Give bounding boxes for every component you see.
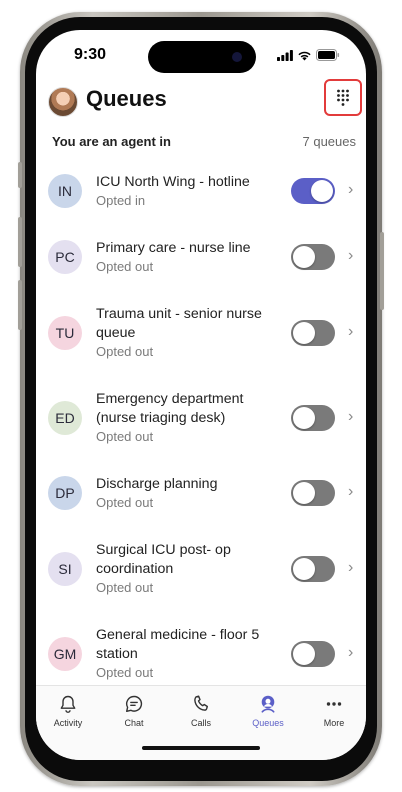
- status-icons: [277, 49, 340, 61]
- opt-in-toggle[interactable]: [291, 404, 335, 431]
- user-avatar[interactable]: [48, 87, 78, 117]
- toggle-knob: [293, 482, 315, 504]
- queue-text: Discharge planning Opted out: [96, 475, 268, 511]
- bell-icon: [60, 695, 76, 713]
- tab-queues[interactable]: Queues: [243, 694, 293, 728]
- queue-avatar: DP: [48, 476, 82, 510]
- toggle-knob: [293, 642, 315, 665]
- more-icon: [326, 702, 342, 706]
- dialpad-icon: [337, 89, 349, 106]
- opt-in-toggle[interactable]: [291, 319, 335, 346]
- opt-in-toggle[interactable]: [291, 244, 335, 270]
- phone-icon: [194, 695, 208, 711]
- chevron-right-icon[interactable]: ›: [348, 247, 353, 265]
- queue-name: General medicine - floor 5: [96, 627, 260, 643]
- chevron-right-icon[interactable]: ›: [348, 644, 353, 662]
- queue-avatar: GM: [48, 636, 82, 671]
- queue-status: Opted in: [96, 193, 146, 208]
- chevron-right-icon[interactable]: ›: [348, 483, 353, 501]
- queue-text: General medicine - floor 5 station Opted o…: [96, 626, 268, 681]
- queue-status: Opted out: [96, 495, 154, 510]
- chat-icon: [126, 695, 143, 712]
- queue-name: Trauma unit - senior nurse: [96, 306, 262, 322]
- toggle-knob: [293, 557, 315, 580]
- tab-label: Activity: [53, 718, 83, 728]
- tab-label: More: [323, 718, 345, 728]
- queue-name: station: [96, 646, 138, 662]
- queue-avatar: TU: [48, 315, 82, 350]
- queues-subheader: You are an agent in 7 queues: [36, 134, 366, 154]
- status-time: 9:30: [74, 46, 107, 63]
- queue-status: Opted out: [96, 580, 154, 595]
- chevron-right-icon[interactable]: ›: [348, 323, 353, 341]
- queue-row[interactable]: GM General medicine - floor 5 station Opted…: [36, 611, 366, 696]
- toggle-knob: [293, 321, 315, 344]
- queue-name: Discharge planning: [96, 476, 218, 492]
- queue-list: IN ICU North Wing - hotline Opted in › PC Pri…: [36, 158, 366, 696]
- opt-in-toggle[interactable]: [291, 178, 335, 204]
- queue-name: Emergency department: [96, 391, 244, 407]
- chevron-right-icon[interactable]: ›: [348, 408, 353, 426]
- home-indicator: [142, 746, 260, 750]
- queue-text: Emergency department (nurse triaging desk…: [96, 390, 268, 445]
- queue-name: (nurse triaging desk): [96, 410, 226, 426]
- chevron-right-icon[interactable]: ›: [348, 181, 353, 199]
- queue-count: 7 queues: [302, 134, 357, 149]
- queue-text: ICU North Wing - hotline Opted in: [96, 173, 268, 209]
- dynamic-island: [148, 41, 256, 73]
- tab-activity[interactable]: Activity: [43, 694, 93, 728]
- tab-more[interactable]: More: [309, 694, 359, 728]
- headset-icon: [261, 695, 275, 713]
- queue-name: ICU North Wing - hotline: [96, 174, 250, 190]
- volume-up-button: [18, 217, 22, 267]
- queue-name: queue: [96, 325, 136, 341]
- queue-text: Primary care - nurse line Opted out: [96, 239, 268, 275]
- queue-avatar: PC: [48, 240, 82, 274]
- battery-icon: [316, 49, 340, 61]
- tab-calls[interactable]: Calls: [176, 694, 226, 728]
- action-button: [18, 162, 22, 188]
- bottom-tab-bar: Activity Chat Calls Queues More: [36, 685, 366, 760]
- queue-status: Opted out: [96, 344, 154, 359]
- cellular-signal-icon: [277, 49, 293, 61]
- page-title: Queues: [86, 86, 167, 111]
- queue-avatar: IN: [48, 174, 82, 208]
- queue-row[interactable]: IN ICU North Wing - hotline Opted in ›: [36, 158, 366, 224]
- volume-down-button: [18, 280, 22, 330]
- tab-label: Calls: [190, 718, 211, 728]
- power-button: [380, 232, 384, 310]
- queue-row[interactable]: TU Trauma unit - senior nurse queue Opted o…: [36, 290, 366, 375]
- queue-row[interactable]: PC Primary care - nurse line Opted out ›: [36, 224, 366, 290]
- queue-row[interactable]: DP Discharge planning Opted out ›: [36, 460, 366, 526]
- tab-label: Queues: [252, 718, 284, 728]
- queue-text: Surgical ICU post- op coordination Opted o…: [96, 541, 268, 596]
- queue-name: coordination: [96, 561, 174, 577]
- opt-in-toggle[interactable]: [291, 640, 335, 667]
- opt-in-toggle[interactable]: [291, 555, 335, 582]
- wifi-icon: [298, 51, 311, 60]
- camera-icon: [232, 52, 242, 62]
- app-header: Queues: [36, 79, 366, 122]
- queue-avatar: ED: [48, 400, 82, 435]
- queue-status: Opted out: [96, 259, 154, 274]
- queue-name: Surgical ICU post- op: [96, 542, 231, 558]
- queue-avatar: SI: [48, 551, 82, 586]
- toggle-knob: [311, 180, 333, 202]
- agent-label: You are an agent in: [52, 134, 171, 149]
- queue-name: Primary care - nurse line: [96, 240, 251, 256]
- queue-status: Opted out: [96, 665, 154, 680]
- dialpad-button[interactable]: [324, 79, 362, 116]
- queue-status: Opted out: [96, 429, 154, 444]
- chevron-right-icon[interactable]: ›: [348, 559, 353, 577]
- queue-row[interactable]: SI Surgical ICU post- op coordination Opted…: [36, 526, 366, 611]
- tab-chat[interactable]: Chat: [109, 694, 159, 728]
- app-screen: 9:30 Queues You are an agent in 7 queues…: [36, 30, 366, 760]
- toggle-knob: [293, 406, 315, 429]
- toggle-knob: [293, 246, 315, 268]
- tab-label: Chat: [124, 718, 144, 728]
- opt-in-toggle[interactable]: [291, 480, 335, 506]
- queue-row[interactable]: ED Emergency department (nurse triaging de…: [36, 375, 366, 460]
- queue-text: Trauma unit - senior nurse queue Opted out: [96, 305, 268, 360]
